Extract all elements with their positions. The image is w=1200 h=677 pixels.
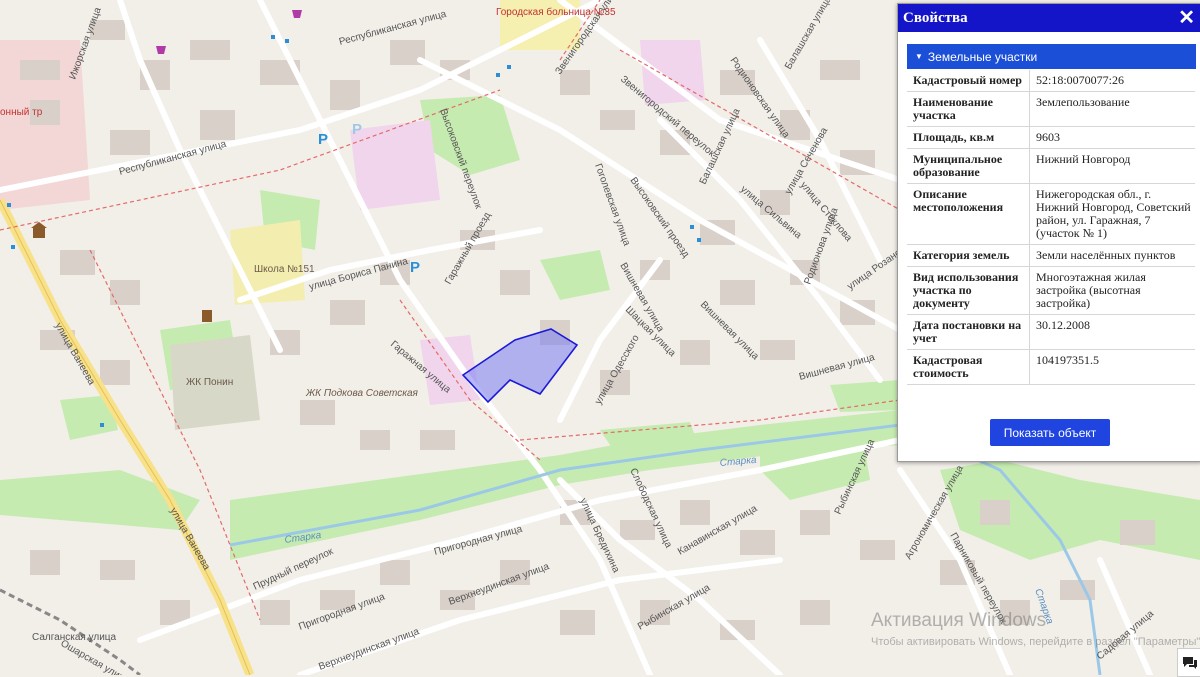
parking-icon[interactable]: P	[318, 131, 328, 148]
chat-icon[interactable]	[1177, 648, 1200, 677]
section-toggle-land-plots[interactable]: ▼ Земельные участки	[907, 44, 1196, 69]
table-row: Кадастровая стоимость 104197351.5	[907, 349, 1195, 385]
street-label: Салганская улица	[32, 632, 117, 643]
property-key: Наименование участка	[907, 91, 1030, 127]
property-key: Категория земель	[907, 244, 1030, 267]
properties-panel: Свойства ✕ ▼ Земельные участки Кадастров…	[897, 3, 1200, 462]
watermark-title: Активация Windows	[871, 610, 1047, 631]
panel-header: Свойства ✕	[898, 4, 1200, 32]
property-key: Дата постановки на учет	[907, 314, 1030, 350]
panel-title: Свойства	[903, 9, 968, 26]
table-row: Дата постановки на учет 30.12.2008	[907, 314, 1195, 350]
place-label: ЖК Понин	[186, 377, 233, 388]
table-row: Муниципальное образование Нижний Новгород	[907, 148, 1195, 184]
place-label: онный тр	[0, 107, 43, 118]
windows-activation-watermark: Активация Windows Чтобы активировать Win…	[871, 610, 1200, 648]
parking-icon[interactable]: P	[410, 259, 420, 276]
property-key: Кадастровый номер	[907, 70, 1030, 92]
property-key: Вид использования участка по документу	[907, 266, 1030, 315]
place-label: Школа №151	[254, 264, 315, 275]
property-key: Площадь, кв.м	[907, 126, 1030, 149]
property-key: Кадастровая стоимость	[907, 349, 1030, 385]
table-row: Кадастровый номер 52:18:0070077:26	[907, 70, 1195, 92]
section-label: Земельные участки	[927, 49, 1038, 64]
svg-text:P: P	[318, 131, 328, 148]
property-value: Многоэтажная жилая застройка (высотная з…	[1029, 266, 1195, 315]
property-value: 52:18:0070077:26	[1029, 70, 1195, 92]
table-row: Вид использования участка по документу Мн…	[907, 266, 1195, 315]
parking-icon[interactable]: P	[352, 121, 362, 138]
svg-text:P: P	[410, 259, 420, 276]
place-label: Городская больница №35	[496, 6, 616, 18]
property-value: Нижегородская обл., г. Нижний Новгород, …	[1029, 183, 1195, 245]
svg-text:P: P	[352, 121, 362, 138]
property-key: Описание местоположения	[907, 183, 1030, 245]
table-row: Наименование участка Землепользование	[907, 91, 1195, 127]
property-value: 104197351.5	[1029, 349, 1195, 385]
property-key: Муниципальное образование	[907, 148, 1030, 184]
table-row: Категория земель Земли населённых пунктов	[907, 244, 1195, 267]
property-value: 30.12.2008	[1029, 314, 1195, 350]
property-value: Нижний Новгород	[1029, 148, 1195, 184]
property-value: Земли населённых пунктов	[1029, 244, 1195, 267]
triangle-down-icon: ▼	[915, 52, 923, 61]
place-label: ЖК Подкова Советская	[305, 388, 419, 399]
show-object-button[interactable]: Показать объект	[990, 419, 1110, 446]
table-row: Площадь, кв.м 9603	[907, 126, 1195, 149]
property-value: 9603	[1029, 126, 1195, 149]
courthouse-icon[interactable]	[202, 310, 212, 322]
watermark-subtitle: Чтобы активировать Windows, перейдите в …	[871, 636, 1200, 648]
table-row: Описание местоположения Нижегородская обл…	[907, 183, 1195, 245]
close-icon[interactable]: ✕	[1176, 8, 1197, 28]
property-value: Землепользование	[1029, 91, 1195, 127]
properties-table: Кадастровый номер 52:18:0070077:26 Наимен…	[907, 70, 1195, 385]
